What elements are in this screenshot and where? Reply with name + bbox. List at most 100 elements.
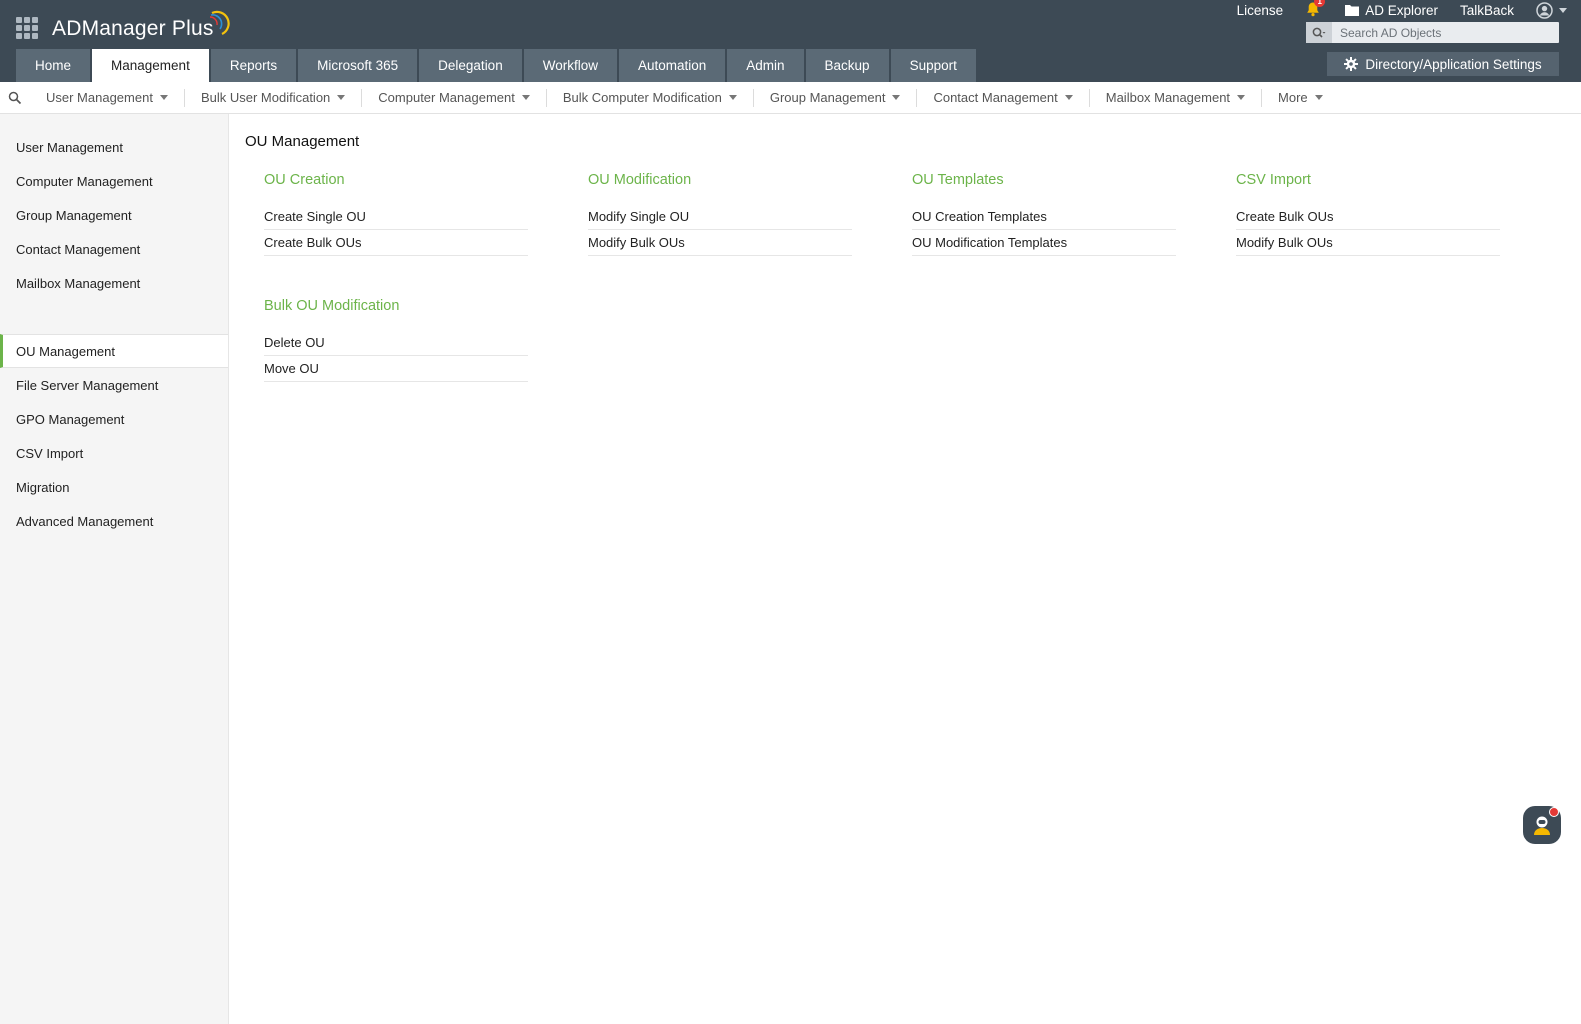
section-links: Create Bulk OUs Modify Bulk OUs — [1236, 204, 1500, 256]
submenu-bulk-computer-modification[interactable]: Bulk Computer Modification — [547, 88, 754, 107]
sidebar-item-file-server-management[interactable]: File Server Management — [0, 368, 228, 402]
chevron-down-icon — [728, 95, 737, 100]
section-title: OU Creation — [264, 172, 345, 188]
section-links: Modify Single OU Modify Bulk OUs — [588, 204, 852, 256]
tab-microsoft-365[interactable]: Microsoft 365 — [298, 49, 418, 82]
submenu-label: Group Management — [769, 90, 886, 105]
tab-admin[interactable]: Admin — [727, 49, 804, 82]
bell-icon: 1 — [1305, 0, 1326, 19]
sidebar: User Management Computer Management Grou… — [0, 114, 229, 1024]
link-delete-ou[interactable]: Delete OU — [264, 330, 528, 356]
section-csv-import: CSV Import Create Bulk OUs Modify Bulk O… — [1217, 170, 1541, 256]
submenu-user-management[interactable]: User Management — [30, 88, 185, 107]
page-title: OU Management — [245, 133, 360, 150]
sidebar-item-csv-import[interactable]: CSV Import — [0, 436, 228, 470]
section-title: OU Templates — [912, 172, 1004, 188]
submenu-group-management[interactable]: Group Management — [754, 88, 918, 107]
tab-management[interactable]: Management — [92, 49, 209, 82]
chatbot-button[interactable] — [1523, 806, 1561, 844]
notifications-button[interactable]: 1 — [1305, 0, 1326, 19]
apps-grid-icon[interactable] — [16, 17, 38, 39]
chevron-down-icon — [892, 95, 901, 100]
section-title: Bulk OU Modification — [264, 298, 400, 314]
sidebar-item-mailbox-management[interactable]: Mailbox Management — [0, 266, 228, 300]
sidebar-group-objects: User Management Computer Management Grou… — [0, 130, 228, 300]
link-ou-creation-templates[interactable]: OU Creation Templates — [912, 204, 1176, 230]
tab-reports[interactable]: Reports — [210, 49, 297, 82]
sidebar-group-other: OU Management File Server Management GPO… — [0, 334, 228, 538]
link-create-bulk-ous[interactable]: Create Bulk OUs — [264, 230, 528, 256]
directory-settings-label: Directory/Application Settings — [1365, 56, 1542, 72]
tab-workflow[interactable]: Workflow — [523, 49, 617, 82]
section-title: CSV Import — [1236, 172, 1311, 188]
section-bulk-ou-modification: Bulk OU Modification Delete OU Move OU — [245, 296, 569, 382]
tab-backup[interactable]: Backup — [805, 49, 889, 82]
submenu-label: Bulk User Modification — [200, 90, 331, 105]
section-row: Bulk OU Modification Delete OU Move OU — [245, 296, 1565, 382]
section-ou-creation: OU Creation Create Single OU Create Bulk… — [245, 170, 569, 256]
chatbot-notification-dot — [1549, 807, 1559, 817]
link-ou-modification-templates[interactable]: OU Modification Templates — [912, 230, 1176, 256]
directory-settings-button[interactable]: Directory/Application Settings — [1327, 52, 1559, 76]
submenu-search-icon[interactable] — [0, 91, 30, 105]
section-links: Delete OU Move OU — [264, 330, 528, 382]
submenu-mailbox-management[interactable]: Mailbox Management — [1090, 88, 1263, 107]
submenu-label: More — [1278, 90, 1308, 105]
link-modify-single-ou[interactable]: Modify Single OU — [588, 204, 852, 230]
link-create-single-ou[interactable]: Create Single OU — [264, 204, 528, 230]
submenu-more[interactable]: More — [1262, 89, 1339, 107]
link-move-ou[interactable]: Move OU — [264, 356, 528, 382]
app-logo[interactable]: ADManager Plus — [52, 10, 230, 44]
management-submenu: User Management Bulk User Modification C… — [0, 82, 1581, 114]
submenu-label: User Management — [46, 90, 153, 105]
chevron-down-icon — [1559, 7, 1567, 13]
link-csv-create-bulk-ous[interactable]: Create Bulk OUs — [1236, 204, 1500, 230]
main-tabs: Home Management Reports Microsoft 365 De… — [16, 49, 976, 82]
ad-explorer-label: AD Explorer — [1365, 2, 1438, 18]
section-row: OU Creation Create Single OU Create Bulk… — [245, 170, 1565, 256]
sidebar-item-user-management[interactable]: User Management — [0, 130, 228, 164]
sidebar-item-gpo-management[interactable]: GPO Management — [0, 402, 228, 436]
user-account-icon — [1536, 1, 1553, 19]
section-title: OU Modification — [588, 172, 692, 188]
sidebar-item-contact-management[interactable]: Contact Management — [0, 232, 228, 266]
chatbot-icon — [1534, 816, 1550, 835]
chevron-down-icon — [1314, 95, 1323, 100]
link-csv-modify-bulk-ous[interactable]: Modify Bulk OUs — [1236, 230, 1500, 256]
tab-automation[interactable]: Automation — [618, 49, 726, 82]
chevron-down-icon — [159, 95, 168, 100]
submenu-bulk-user-modification[interactable]: Bulk User Modification — [185, 88, 363, 107]
sidebar-item-advanced-management[interactable]: Advanced Management — [0, 504, 228, 538]
search-input[interactable] — [1332, 24, 1557, 41]
submenu-contact-management[interactable]: Contact Management — [917, 88, 1090, 107]
sidebar-item-migration[interactable]: Migration — [0, 470, 228, 504]
top-header: ADManager Plus License 1 AD Explorer Tal… — [0, 0, 1581, 82]
section-links: OU Creation Templates OU Modification Te… — [912, 204, 1176, 256]
main-content: OU Management OU Creation Create Single … — [245, 114, 1565, 382]
ad-search — [1306, 22, 1559, 43]
user-account-menu[interactable] — [1536, 1, 1567, 19]
submenu-label: Mailbox Management — [1105, 90, 1231, 105]
section-ou-templates: OU Templates OU Creation Templates OU Mo… — [893, 170, 1217, 256]
sidebar-item-ou-management[interactable]: OU Management — [0, 334, 228, 368]
logo-arc-icon — [209, 10, 230, 35]
talkback-link[interactable]: TalkBack — [1460, 3, 1514, 18]
chevron-down-icon — [521, 95, 530, 100]
chevron-down-icon — [337, 95, 346, 100]
submenu-label: Computer Management — [378, 90, 515, 105]
search-icon[interactable] — [1306, 22, 1332, 43]
sidebar-item-group-management[interactable]: Group Management — [0, 198, 228, 232]
submenu-label: Contact Management — [933, 90, 1058, 105]
notification-count-badge: 1 — [1314, 0, 1326, 7]
folder-icon — [1345, 5, 1360, 16]
tab-home[interactable]: Home — [16, 49, 91, 82]
link-modify-bulk-ous[interactable]: Modify Bulk OUs — [588, 230, 852, 256]
tab-delegation[interactable]: Delegation — [419, 49, 522, 82]
submenu-computer-management[interactable]: Computer Management — [362, 88, 547, 107]
top-links: License 1 AD Explorer TalkBack — [1237, 0, 1567, 20]
sidebar-item-computer-management[interactable]: Computer Management — [0, 164, 228, 198]
license-link[interactable]: License — [1237, 3, 1284, 18]
app-name: ADManager Plus — [52, 17, 214, 40]
ad-explorer-link[interactable]: AD Explorer — [1345, 3, 1438, 18]
tab-support[interactable]: Support — [890, 49, 976, 82]
